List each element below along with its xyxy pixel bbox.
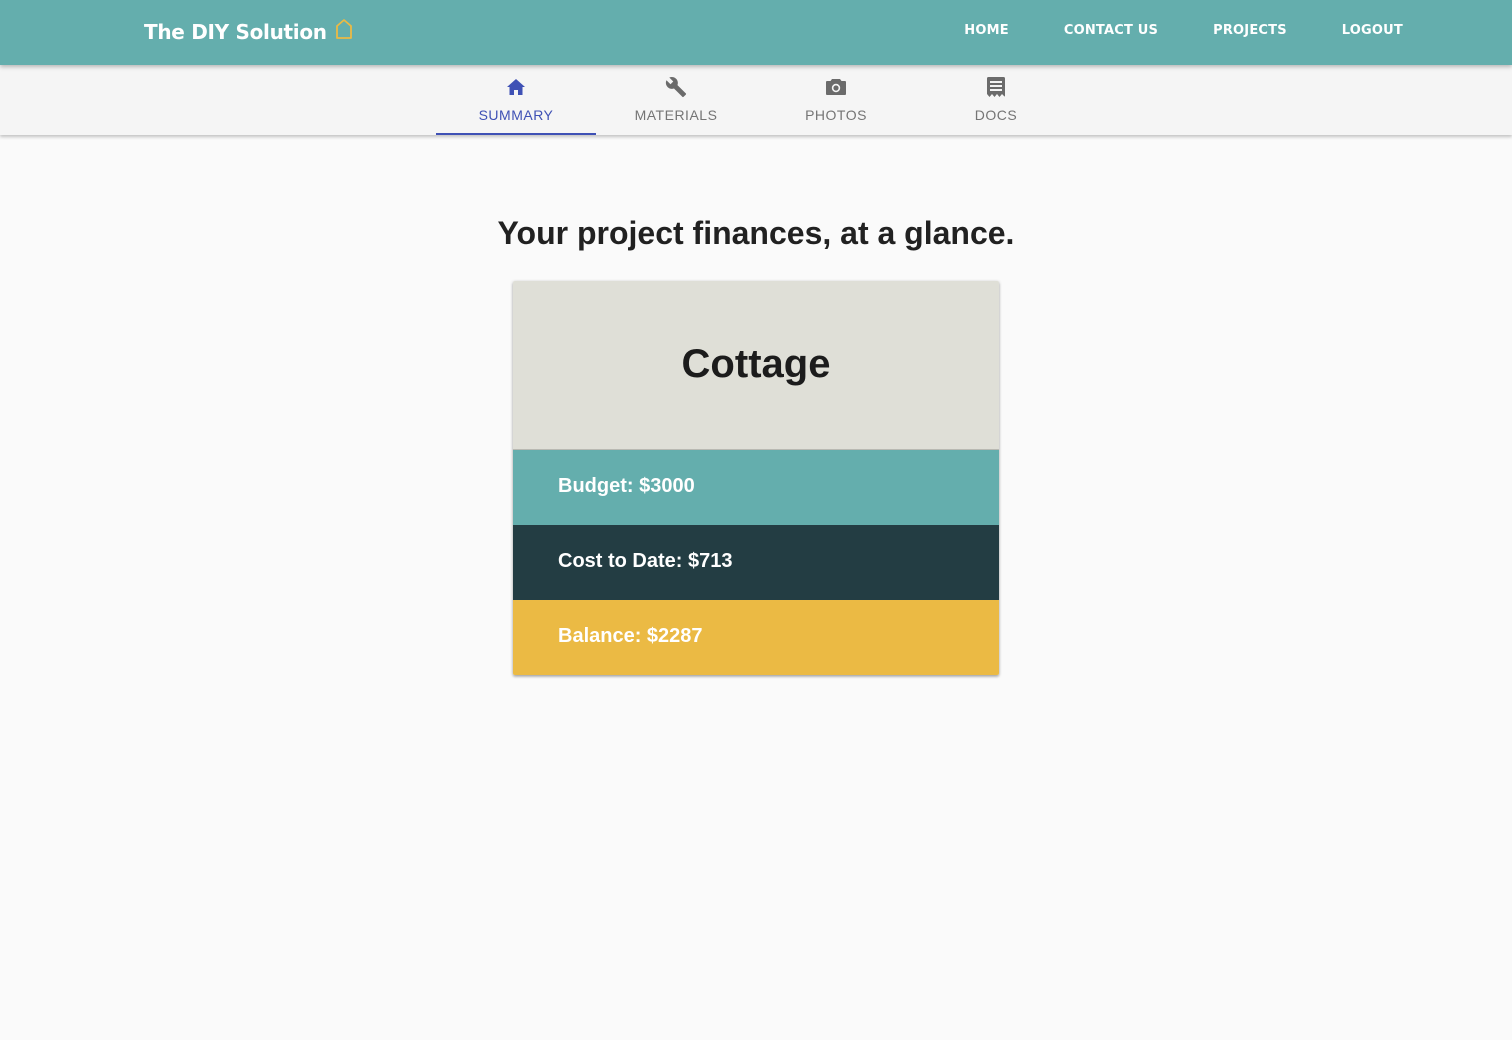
- wrench-icon: [665, 76, 687, 98]
- tab-summary-label: SUMMARY: [478, 107, 554, 123]
- project-card-header: Cottage: [513, 281, 999, 450]
- nav-projects-link[interactable]: PROJECTS: [1213, 23, 1287, 38]
- tab-photos[interactable]: PHOTOS: [756, 65, 916, 135]
- cost-to-date-label: Cost to Date: $713: [558, 549, 733, 572]
- tab-materials-label: MATERIALS: [634, 107, 718, 123]
- nav-home-link[interactable]: HOME: [964, 23, 1009, 38]
- project-name: Cottage: [681, 341, 831, 386]
- tab-materials[interactable]: MATERIALS: [596, 65, 756, 135]
- tab-bar: SUMMARY MATERIALS PHOTOS DOCS: [0, 65, 1512, 135]
- home-icon: [505, 76, 527, 98]
- top-navbar: The DIY Solution HOME CONTACT US PROJECT…: [0, 0, 1512, 65]
- tab-docs-label: DOCS: [974, 107, 1018, 123]
- balance-label: Balance: $2287: [558, 624, 703, 647]
- camera-icon: [825, 76, 847, 98]
- active-tab-indicator: [436, 133, 596, 135]
- document-icon: [985, 76, 1007, 98]
- brand-link[interactable]: The DIY Solution: [144, 18, 353, 44]
- project-finance-card: Cottage Budget: $3000 Cost to Date: $713…: [513, 281, 999, 675]
- brand-name: The DIY Solution: [144, 20, 327, 44]
- page-headline: Your project finances, at a glance.: [497, 215, 1015, 251]
- budget-row: Budget: $3000: [513, 450, 999, 525]
- tab-photos-label: PHOTOS: [805, 107, 867, 123]
- house-outline-icon: [335, 18, 353, 40]
- tab-docs[interactable]: DOCS: [916, 65, 1076, 135]
- cost-to-date-row: Cost to Date: $713: [513, 525, 999, 600]
- balance-row: Balance: $2287: [513, 600, 999, 675]
- nav-links: HOME CONTACT US PROJECTS LOGOUT: [909, 0, 1403, 65]
- nav-logout-link[interactable]: LOGOUT: [1342, 23, 1403, 38]
- tab-summary[interactable]: SUMMARY: [436, 65, 596, 135]
- budget-label: Budget: $3000: [558, 474, 695, 497]
- tabs: SUMMARY MATERIALS PHOTOS DOCS: [436, 65, 1076, 135]
- nav-contact-link[interactable]: CONTACT US: [1064, 23, 1158, 38]
